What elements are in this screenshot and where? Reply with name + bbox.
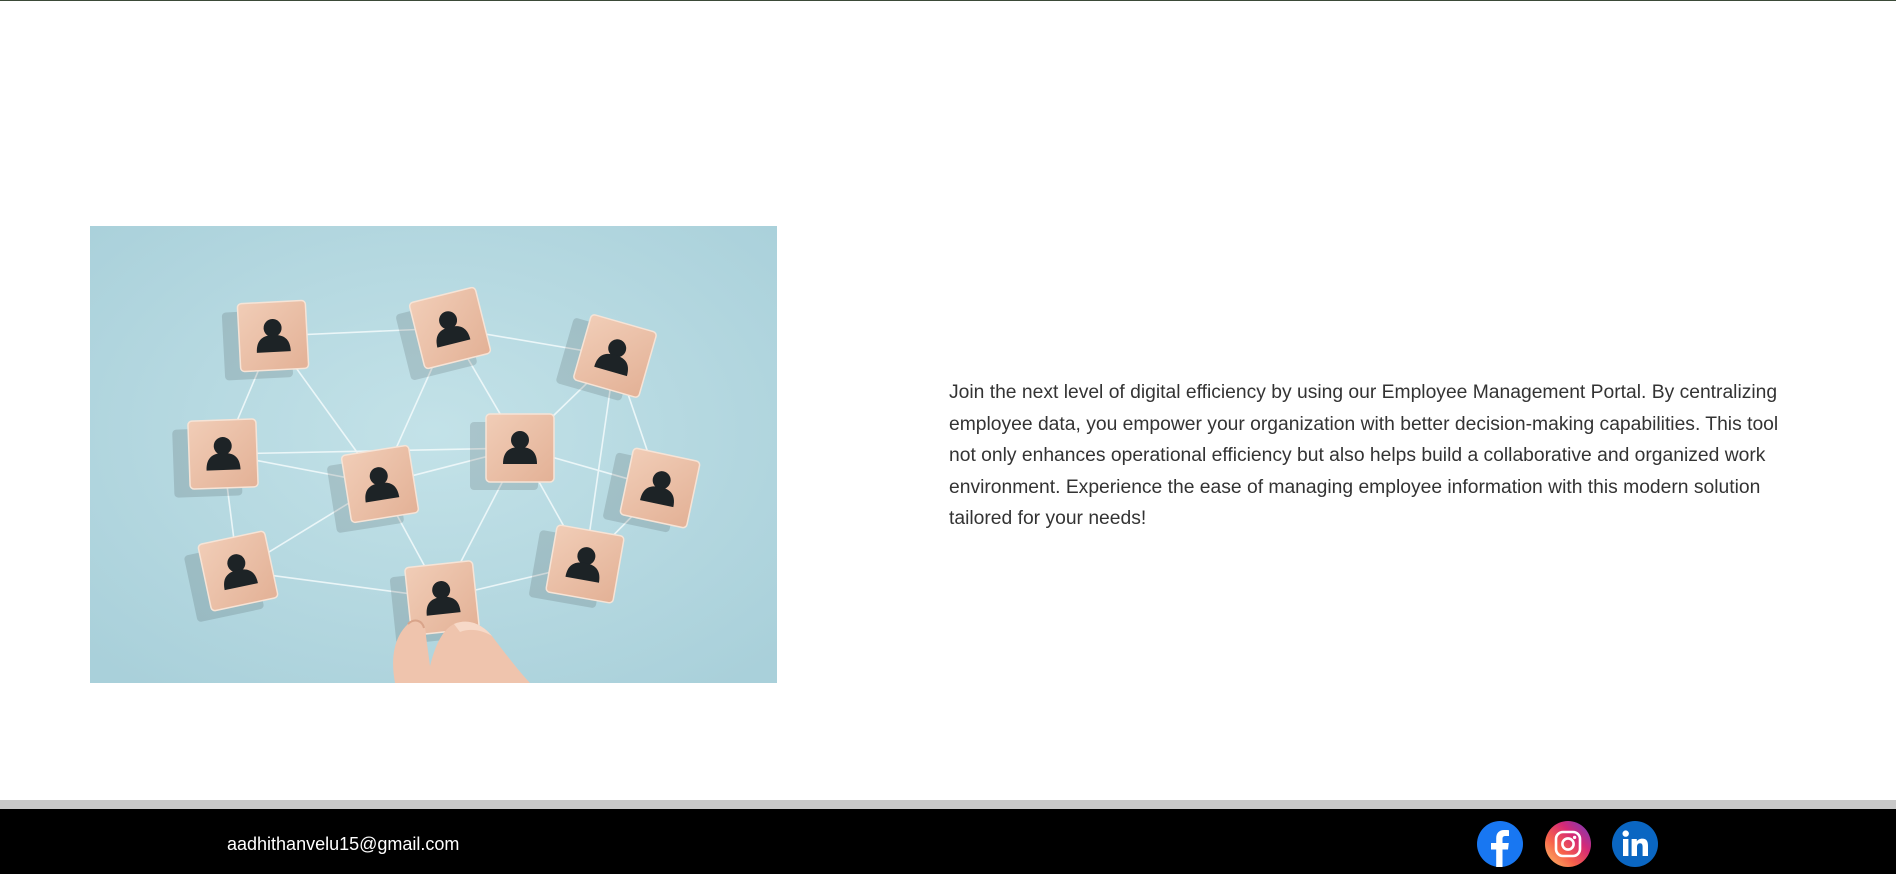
page: Join the next level of digital efficienc… — [0, 0, 1896, 874]
linkedin-icon[interactable] — [1612, 821, 1658, 867]
top-border — [0, 0, 1896, 1]
intro-paragraph: Join the next level of digital efficienc… — [949, 382, 1779, 529]
footer-divider — [0, 800, 1896, 809]
footer-email-link[interactable]: aadhithanvelu15@gmail.com — [227, 834, 459, 855]
facebook-icon[interactable] — [1477, 821, 1523, 867]
network-illustration — [90, 226, 777, 683]
footer: aadhithanvelu15@gmail.com — [0, 809, 1896, 874]
hero-image — [90, 226, 777, 683]
instagram-icon[interactable] — [1545, 821, 1591, 867]
